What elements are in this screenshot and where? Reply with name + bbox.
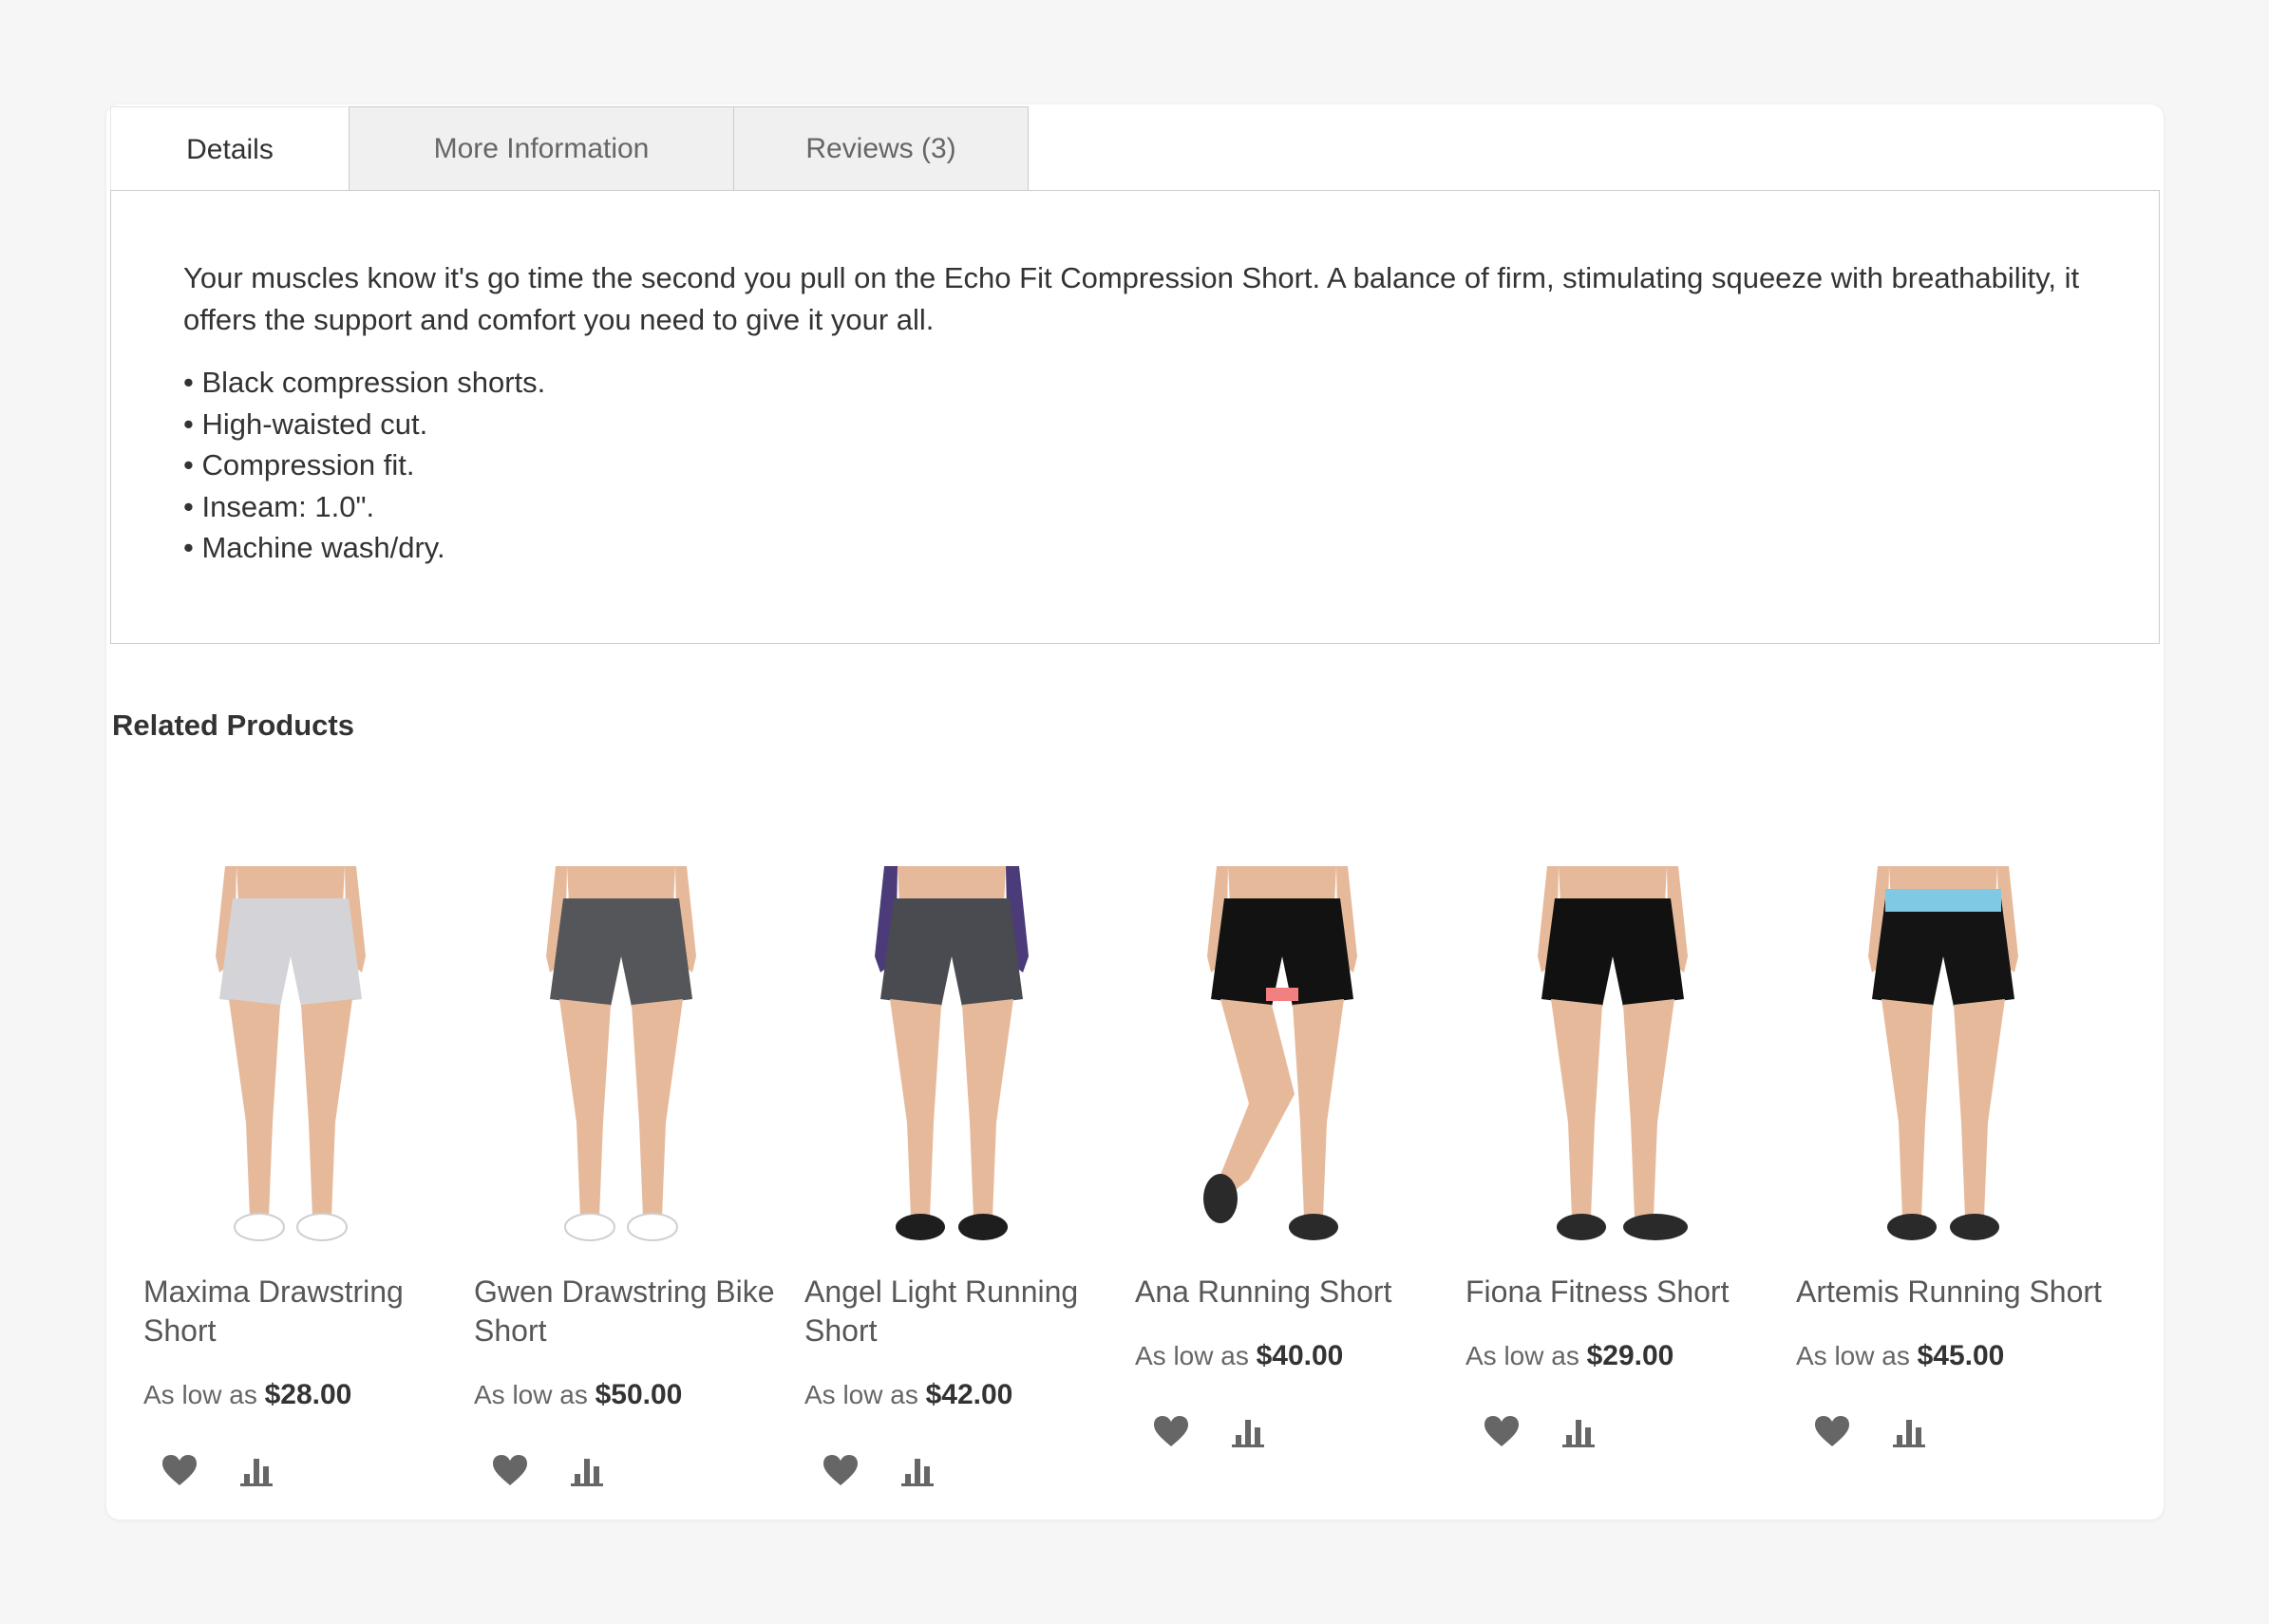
product-price: As low as $45.00 (1796, 1340, 2109, 1372)
price-amount: $45.00 (1917, 1340, 2005, 1371)
product-image[interactable] (1513, 866, 1712, 1251)
tab-details[interactable]: Details (110, 106, 350, 192)
product-name[interactable]: Angel Light Running Short (804, 1273, 1118, 1350)
bar-chart-icon[interactable] (569, 1453, 607, 1487)
product-name[interactable]: Maxima Drawstring Short (143, 1273, 457, 1350)
shoe (1623, 1214, 1688, 1240)
heart-icon[interactable] (822, 1453, 860, 1487)
price-label: As low as (1135, 1341, 1249, 1370)
heart-icon[interactable] (1483, 1414, 1521, 1448)
leg (1881, 999, 1933, 1218)
shorts (1541, 898, 1684, 1007)
product-tabs: Details More Information Reviews (3) (110, 106, 1029, 192)
details-panel: Your muscles know it's go time the secon… (110, 190, 2160, 644)
product-name[interactable]: Ana Running Short (1135, 1273, 1448, 1312)
heart-icon[interactable] (491, 1453, 529, 1487)
leg (632, 999, 683, 1218)
product-actions (1813, 1414, 1929, 1448)
shoe (296, 1213, 348, 1241)
heart-icon[interactable] (1152, 1414, 1190, 1448)
leg (301, 999, 352, 1218)
product-actions (1483, 1414, 1598, 1448)
related-products-title: Related Products (112, 708, 354, 742)
shorts (880, 898, 1023, 1007)
leg (1623, 999, 1674, 1218)
product-name[interactable]: Gwen Drawstring Bike Short (474, 1273, 787, 1350)
product-actions (1152, 1414, 1268, 1448)
shoe (1950, 1214, 1999, 1240)
product-price: As low as $40.00 (1135, 1340, 1448, 1372)
leg (559, 999, 611, 1218)
bar-chart-icon[interactable] (1560, 1414, 1598, 1448)
product-image[interactable] (1844, 866, 2043, 1251)
waistband (563, 898, 679, 910)
price-amount: $28.00 (264, 1379, 352, 1410)
price-label: As low as (804, 1380, 918, 1409)
shoe (1887, 1214, 1937, 1240)
shorts (550, 898, 692, 1007)
feature-item: Machine wash/dry. (183, 527, 545, 569)
leg (1551, 999, 1602, 1218)
feature-item: Black compression shorts. (183, 362, 545, 404)
price-amount: $29.00 (1586, 1340, 1674, 1371)
price-amount: $42.00 (925, 1379, 1013, 1410)
waistband (233, 898, 349, 910)
leg (962, 999, 1013, 1218)
leg (1219, 999, 1295, 1199)
product-price: As low as $28.00 (143, 1379, 457, 1411)
product-price: As low as $29.00 (1465, 1340, 1779, 1372)
leg (1293, 999, 1344, 1218)
tab-reviews[interactable]: Reviews (3) (734, 106, 1029, 190)
product-price: As low as $50.00 (474, 1379, 787, 1411)
shoe (564, 1213, 615, 1241)
product-image[interactable] (521, 866, 721, 1251)
leg (1954, 999, 2005, 1218)
price-amount: $40.00 (1256, 1340, 1344, 1371)
shoe (627, 1213, 678, 1241)
shoe (1203, 1174, 1238, 1223)
product-actions (822, 1453, 937, 1487)
leg (229, 999, 280, 1218)
product-image[interactable] (191, 866, 390, 1251)
shoe (234, 1213, 285, 1241)
shorts (219, 898, 362, 1007)
feature-item: Compression fit. (183, 444, 545, 486)
waistband (894, 898, 1010, 910)
price-amount: $50.00 (595, 1379, 683, 1410)
product-description: Your muscles know it's go time the secon… (183, 261, 2080, 336)
price-label: As low as (143, 1380, 257, 1409)
shoe (958, 1214, 1008, 1240)
heart-icon[interactable] (1813, 1414, 1851, 1448)
leg (890, 999, 941, 1218)
liner (1266, 988, 1298, 1001)
price-label: As low as (1796, 1341, 1910, 1370)
product-name[interactable]: Artemis Running Short (1796, 1273, 2109, 1312)
product-image[interactable] (852, 866, 1051, 1251)
product-image[interactable] (1182, 866, 1382, 1251)
feature-item: High-waisted cut. (183, 404, 545, 445)
bar-chart-icon[interactable] (1230, 1414, 1268, 1448)
bar-chart-icon[interactable] (899, 1453, 937, 1487)
product-actions (491, 1453, 607, 1487)
price-label: As low as (1465, 1341, 1579, 1370)
heart-icon[interactable] (161, 1453, 199, 1487)
waistband (1885, 889, 2001, 912)
bar-chart-icon[interactable] (1891, 1414, 1929, 1448)
tab-more-information[interactable]: More Information (350, 106, 734, 190)
shoe (1557, 1214, 1606, 1240)
shorts (1872, 898, 2014, 1007)
bar-chart-icon[interactable] (238, 1453, 276, 1487)
product-name[interactable]: Fiona Fitness Short (1465, 1273, 1779, 1312)
feature-list: Black compression shorts. High-waisted c… (183, 362, 545, 569)
shoe (1289, 1214, 1338, 1240)
product-info-card: Details More Information Reviews (3) You… (106, 104, 2164, 1520)
shoe (896, 1214, 945, 1240)
product-price: As low as $42.00 (804, 1379, 1118, 1411)
product-actions (161, 1453, 276, 1487)
price-label: As low as (474, 1380, 588, 1409)
feature-item: Inseam: 1.0". (183, 486, 545, 528)
